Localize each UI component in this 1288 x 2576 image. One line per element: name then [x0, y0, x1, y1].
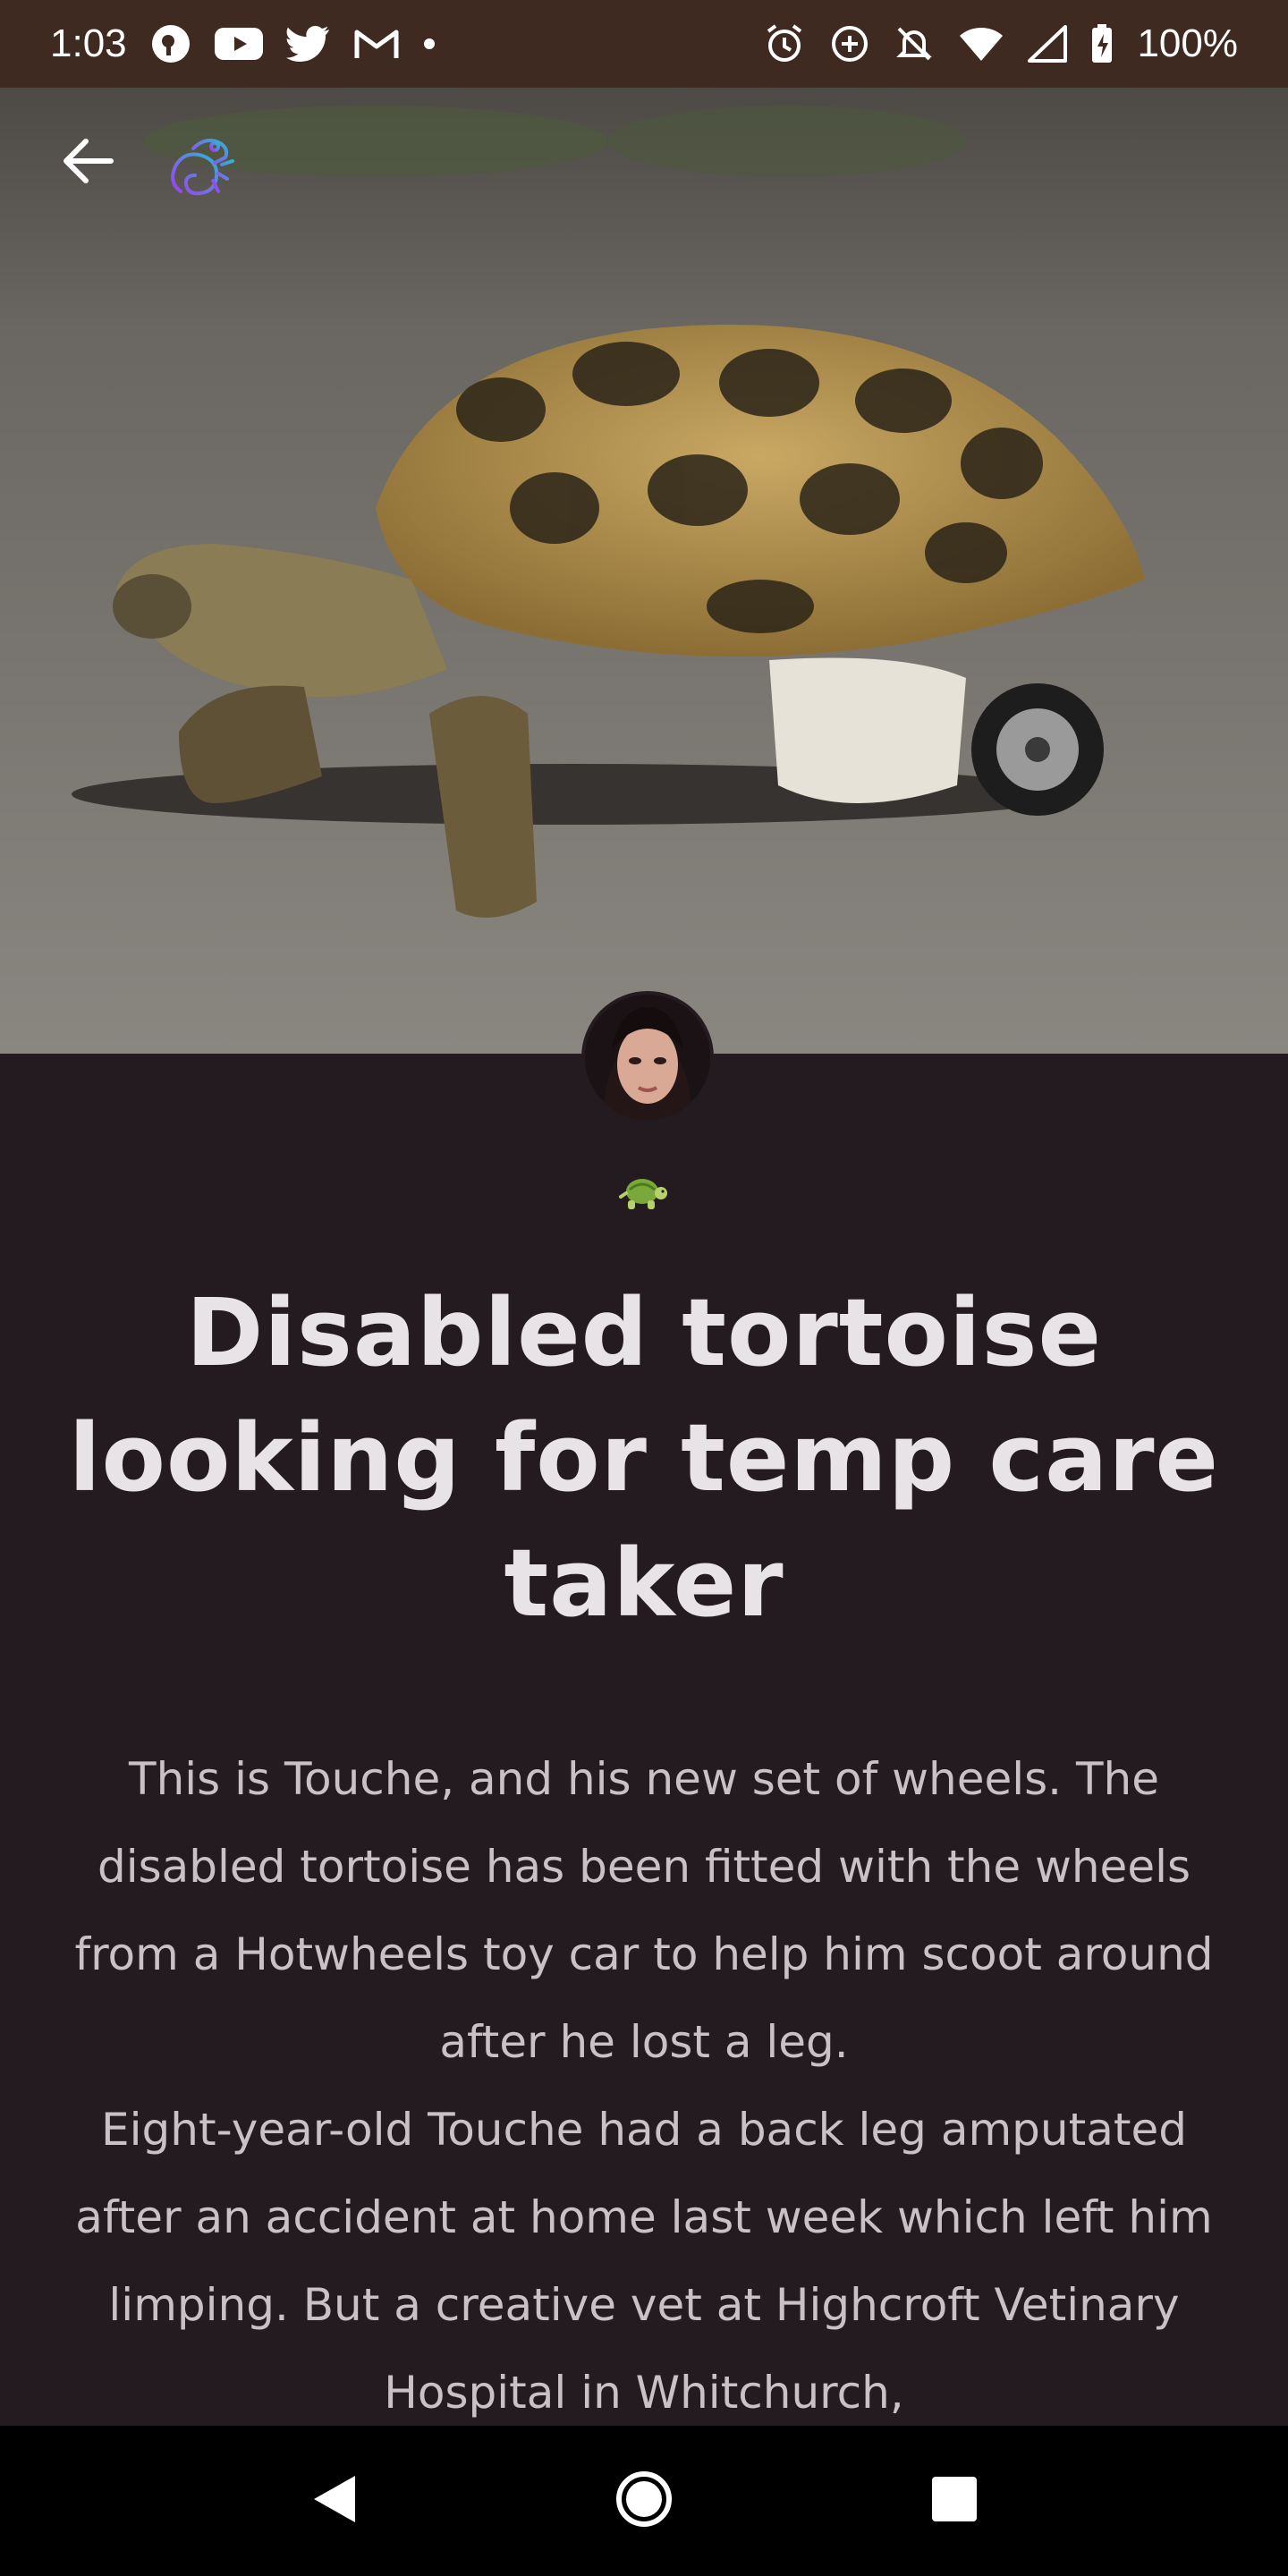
turtle-icon: [617, 1170, 669, 1215]
nav-home-button[interactable]: [608, 2465, 680, 2537]
alarm-icon: [763, 22, 806, 65]
square-recents-icon: [929, 2474, 979, 2529]
post-title: Disabled tortoise looking for temp care …: [68, 1278, 1220, 1638]
post-paragraph: This is Touche, and his new set of wheel…: [74, 1753, 1214, 2068]
triangle-back-icon: [309, 2472, 359, 2530]
signal-icon: [1028, 25, 1068, 63]
back-button[interactable]: [55, 134, 120, 191]
nav-recents-button[interactable]: [919, 2465, 990, 2537]
nav-back-button[interactable]: [298, 2465, 369, 2537]
post-body: This is Touche, and his new set of wheel…: [45, 1735, 1243, 2424]
podcast-icon: [150, 23, 191, 64]
battery-percentage: 100%: [1137, 21, 1238, 65]
chameleon-logo-icon[interactable]: [159, 129, 240, 209]
bell-off-icon: [894, 23, 935, 64]
post-paragraph: Eight-year-old Touche had a back leg amp…: [75, 2104, 1213, 2419]
youtube-icon: [214, 26, 263, 62]
battery-charging-icon: [1090, 23, 1114, 64]
clock: 1:03: [50, 21, 127, 65]
data-saver-icon: [829, 23, 870, 64]
status-bar: 1:03 100%: [0, 0, 1288, 88]
tortoise-with-wheels-photo: [0, 88, 1288, 1054]
wifi-icon: [958, 25, 1004, 63]
twitter-icon: [285, 25, 331, 63]
gmail-icon: [354, 27, 399, 61]
author-avatar-photo[interactable]: [581, 991, 714, 1123]
system-nav-bar: [0, 2426, 1288, 2576]
circle-home-icon: [614, 2470, 674, 2533]
arrow-left-icon: [61, 138, 114, 189]
dot-icon: [422, 37, 436, 51]
